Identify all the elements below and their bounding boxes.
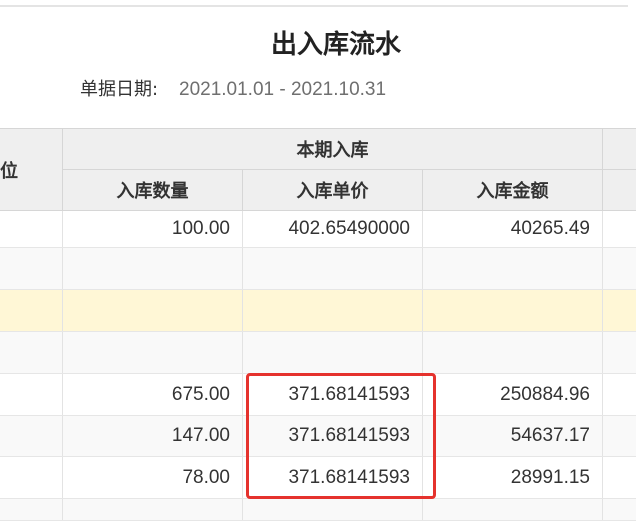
next-cell (603, 499, 636, 520)
table-body: 100.00 402.65490000 40265.49 675.00 371.… (0, 211, 636, 521)
table-row[interactable] (0, 332, 636, 374)
amount-cell: 40265.49 (423, 211, 603, 247)
price-cell (243, 248, 423, 289)
qty-cell (63, 332, 243, 373)
report-title: 出入库流水 (270, 30, 401, 60)
stock-flow-table: 位 本期入库 入库数量 入库单价 入库金额 100.00 402.6549000… (0, 128, 636, 521)
header-inbound-amount: 入库金额 (423, 170, 603, 210)
price-cell: 402.65490000 (243, 211, 423, 247)
unit-cell (0, 457, 63, 498)
next-cell (603, 248, 636, 289)
unit-cell (0, 499, 63, 520)
header-next-column (603, 170, 636, 210)
price-cell (243, 290, 423, 331)
qty-cell: 675.00 (63, 374, 243, 415)
unit-cell (0, 248, 63, 289)
table-header: 位 本期入库 入库数量 入库单价 入库金额 (0, 128, 636, 211)
table-row[interactable]: 100.00 402.65490000 40265.49 (0, 211, 636, 248)
next-cell (603, 211, 636, 247)
header-group-inbound: 本期入库 (63, 129, 603, 170)
amount-cell: 54637.17 (423, 416, 603, 456)
next-cell (603, 332, 636, 373)
price-cell: 371.68141593 (243, 374, 423, 415)
unit-cell (0, 332, 63, 373)
table-row[interactable] (0, 499, 636, 521)
date-label: 单据日期: (80, 79, 159, 100)
unit-cell (0, 416, 63, 456)
next-cell (603, 416, 636, 456)
header-inbound-qty: 入库数量 (63, 170, 243, 210)
qty-cell: 100.00 (63, 211, 243, 247)
price-cell: 371.68141593 (243, 416, 423, 456)
amount-cell (423, 248, 603, 289)
table-row[interactable]: 78.00 371.68141593 28991.15 (0, 457, 636, 499)
next-cell (603, 290, 636, 331)
price-cell (243, 332, 423, 373)
qty-cell: 147.00 (63, 416, 243, 456)
table-row[interactable] (0, 290, 636, 332)
next-cell (603, 374, 636, 415)
amount-cell: 28991.15 (423, 457, 603, 498)
qty-cell: 78.00 (63, 457, 243, 498)
price-cell (243, 499, 423, 520)
date-range-value: 2021.01.01 - 2021.10.31 (179, 79, 387, 100)
header-inbound-price: 入库单价 (243, 170, 423, 210)
qty-cell (63, 499, 243, 520)
table-row[interactable]: 147.00 371.68141593 54637.17 (0, 416, 636, 457)
amount-cell (423, 499, 603, 520)
qty-cell (63, 290, 243, 331)
unit-cell (0, 374, 63, 415)
unit-cell (0, 211, 63, 247)
amount-cell (423, 332, 603, 373)
page-top-divider (0, 5, 628, 7)
amount-cell: 250884.96 (423, 374, 603, 415)
unit-cell (0, 290, 63, 331)
header-group-next (603, 129, 636, 170)
header-unit: 位 (0, 129, 63, 210)
table-row[interactable] (0, 248, 636, 290)
qty-cell (63, 248, 243, 289)
price-cell: 371.68141593 (243, 457, 423, 498)
table-row[interactable]: 675.00 371.68141593 250884.96 (0, 374, 636, 416)
next-cell (603, 457, 636, 498)
amount-cell (423, 290, 603, 331)
